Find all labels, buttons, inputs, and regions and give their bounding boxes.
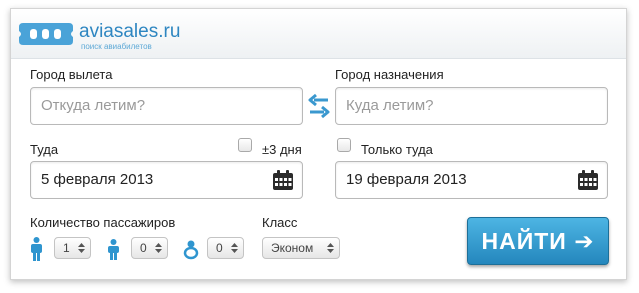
swap-arrows-icon[interactable] xyxy=(308,93,330,119)
search-button[interactable]: НАЙТИ ➔ xyxy=(467,217,609,265)
calendar-icon[interactable] xyxy=(577,170,599,191)
origin-input[interactable]: Откуда летим? xyxy=(30,87,303,125)
select-arrows-icon xyxy=(327,243,334,253)
header: aviasales.ru поиск авиабилетов xyxy=(11,9,626,59)
infants-select[interactable]: 0 xyxy=(207,237,244,259)
search-widget: aviasales.ru поиск авиабилетов Город выл… xyxy=(10,8,627,280)
cabin-select[interactable]: Эконом xyxy=(262,237,340,259)
stepper-arrows-icon xyxy=(78,243,85,253)
infant-icon xyxy=(183,240,199,260)
children-select[interactable]: 0 xyxy=(131,237,168,259)
stepper-arrows-icon xyxy=(231,243,238,253)
adults-select[interactable]: 1 xyxy=(54,237,91,259)
children-value: 0 xyxy=(140,241,147,255)
passengers-label: Количество пассажиров xyxy=(30,215,176,230)
depart-date-value: 5 февраля 2013 xyxy=(41,171,154,188)
destination-input[interactable]: Куда летим? xyxy=(335,87,608,125)
stepper-arrows-icon xyxy=(155,243,162,253)
ticket-logo-icon xyxy=(19,23,73,45)
brand-tagline: поиск авиабилетов xyxy=(81,42,152,51)
flex-dates-checkbox[interactable] xyxy=(238,138,252,152)
depart-date-input[interactable]: 5 февраля 2013 xyxy=(30,161,303,199)
adults-value: 1 xyxy=(63,241,70,255)
flex-dates-label: ±3 дня xyxy=(262,142,302,157)
brand-name[interactable]: aviasales.ru xyxy=(79,21,180,43)
depart-label: Туда xyxy=(30,142,59,157)
child-icon xyxy=(108,239,119,260)
one-way-checkbox[interactable] xyxy=(337,138,351,152)
return-date-value: 19 февраля 2013 xyxy=(346,171,467,188)
one-way-label: Только туда xyxy=(361,142,433,157)
origin-label: Город вылета xyxy=(30,67,113,82)
return-date-input[interactable]: 19 февраля 2013 xyxy=(335,161,608,199)
cabin-value: Эконом xyxy=(271,241,314,255)
calendar-icon[interactable] xyxy=(272,170,294,191)
adult-icon xyxy=(31,237,42,261)
infants-value: 0 xyxy=(216,241,223,255)
cabin-label: Класс xyxy=(262,215,298,230)
destination-label: Город назначения xyxy=(335,67,444,82)
